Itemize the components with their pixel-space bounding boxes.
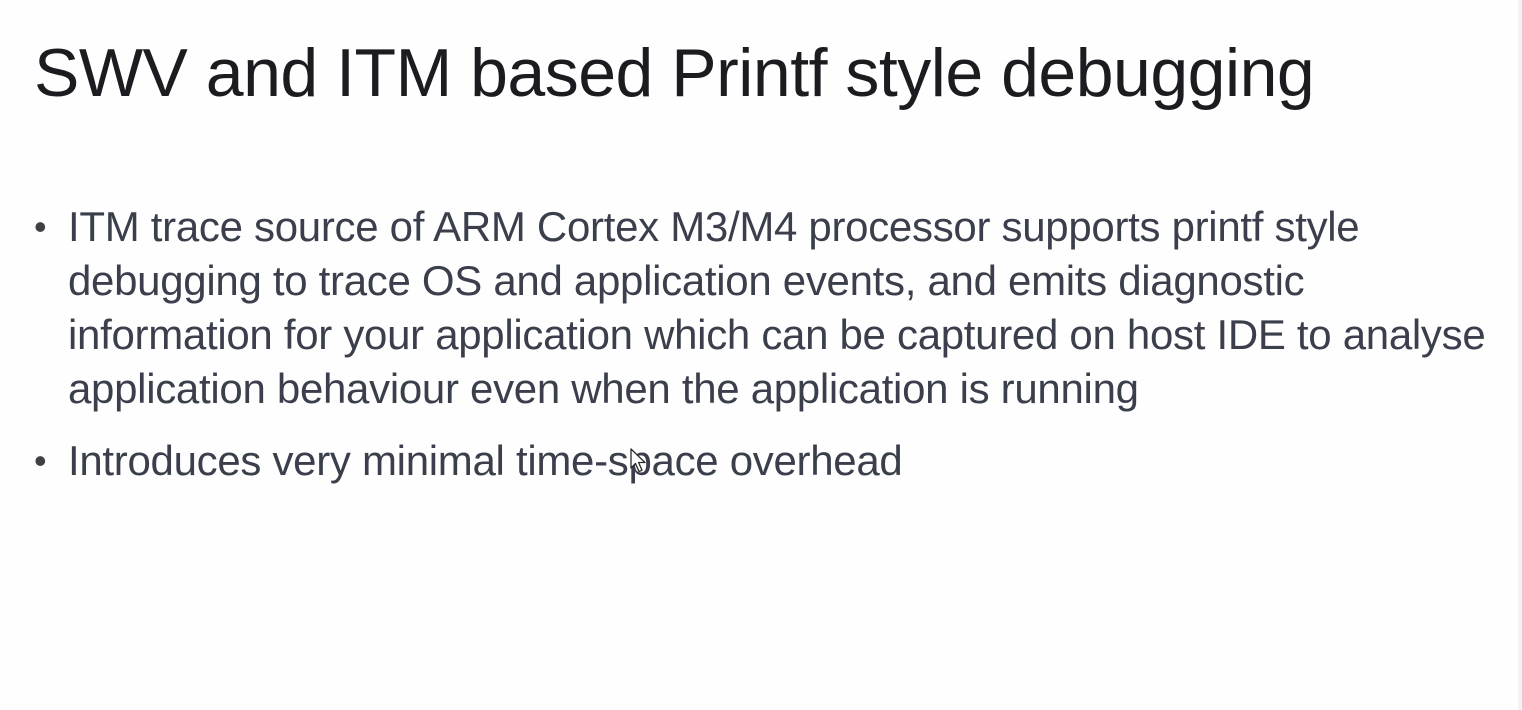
bullet-item: • Introduces very minimal time-space ove… (34, 434, 1494, 488)
slide-edge (1518, 0, 1522, 710)
bullet-dot-icon: • (34, 206, 47, 247)
bullet-text: Introduces very minimal time-space overh… (68, 437, 903, 484)
mouse-pointer-icon (630, 448, 646, 473)
bullet-item: • ITM trace source of ARM Cortex M3/M4 p… (34, 200, 1494, 416)
bullet-dot-icon: • (34, 440, 47, 481)
bullet-text: ITM trace source of ARM Cortex M3/M4 pro… (68, 203, 1486, 412)
slide: SWV and ITM based Printf style debugging… (0, 0, 1522, 710)
slide-title: SWV and ITM based Printf style debugging (34, 35, 1315, 111)
bullet-list: • ITM trace source of ARM Cortex M3/M4 p… (34, 200, 1494, 506)
